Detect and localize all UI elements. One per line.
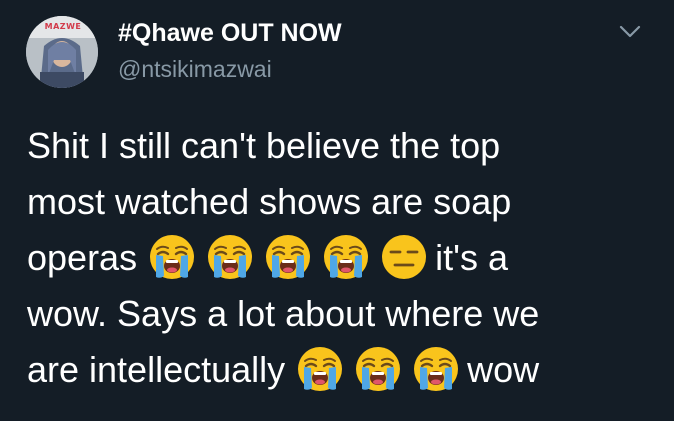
- user-handle[interactable]: @ntsikimazwai: [118, 56, 272, 83]
- tweet-line-text: wow: [467, 349, 540, 390]
- tweet-line: most watched shows are soap: [27, 174, 667, 230]
- emoji-run: [295, 347, 467, 391]
- avatar-logo: MAZWE: [44, 22, 82, 31]
- tweet-line-text: are intellectually: [27, 349, 296, 390]
- tweet-line: are intellectually wow: [27, 342, 667, 398]
- expressionless-face-icon: [379, 232, 429, 282]
- loudly-crying-face-icon: [205, 232, 255, 282]
- tweet-line-text: wow. Says a lot about where we: [27, 293, 540, 334]
- display-name[interactable]: #Qhawe OUT NOW: [118, 19, 342, 48]
- tweet-card: MAZWE #Qhawe OUT NOW @ntsikimazwai Shit …: [0, 0, 674, 421]
- loudly-crying-face-icon: [263, 232, 313, 282]
- emoji-run: [147, 235, 435, 279]
- loudly-crying-face-icon: [295, 344, 345, 394]
- tweet-line-text: it's a: [435, 237, 508, 278]
- tweet-line: operas it's a: [27, 230, 667, 286]
- tweet-line: Shit I still can't believe the top: [27, 118, 667, 174]
- tweet-line-text: operas: [27, 237, 148, 278]
- tweet-line: wow. Says a lot about where we: [27, 286, 667, 342]
- tweet-line-text: Shit I still can't believe the top: [27, 125, 501, 166]
- tweet-text: Shit I still can't believe the top most …: [27, 118, 667, 398]
- avatar[interactable]: MAZWE: [26, 16, 98, 88]
- loudly-crying-face-icon: [353, 344, 403, 394]
- loudly-crying-face-icon: [411, 344, 461, 394]
- loudly-crying-face-icon: [147, 232, 197, 282]
- chevron-down-icon[interactable]: [618, 24, 642, 40]
- loudly-crying-face-icon: [321, 232, 371, 282]
- tweet-line-text: most watched shows are soap: [27, 181, 512, 222]
